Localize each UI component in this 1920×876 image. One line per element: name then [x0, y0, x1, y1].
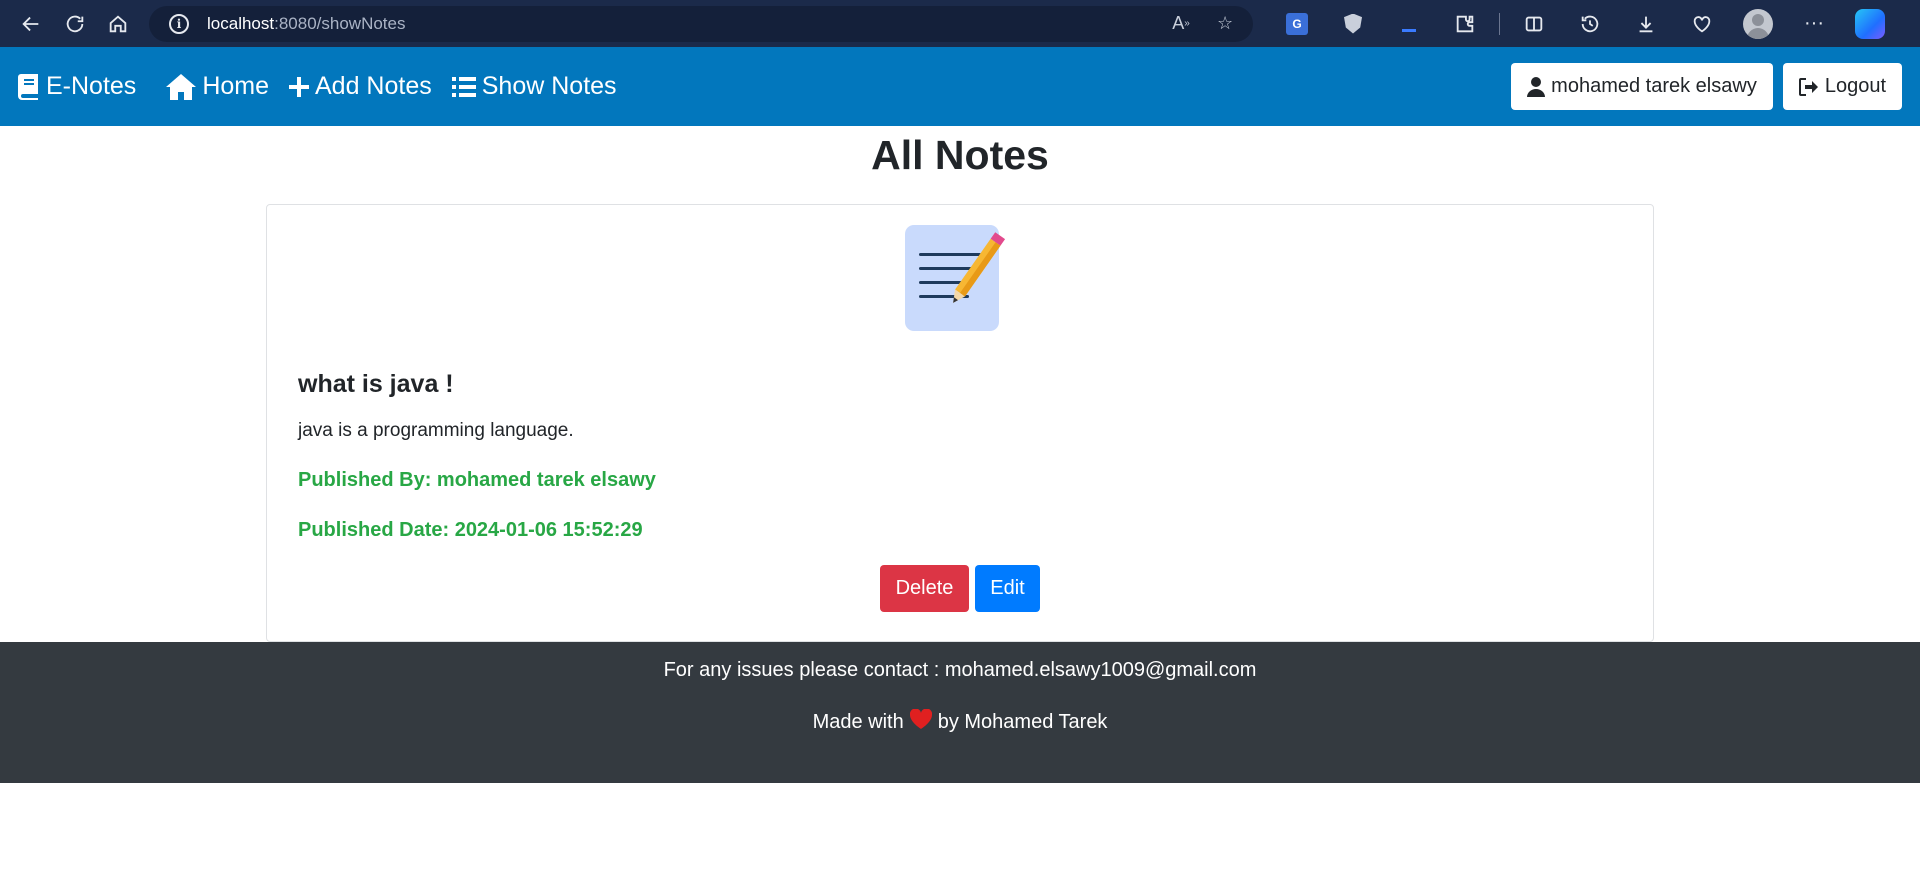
- book-icon: [18, 73, 40, 100]
- copilot-icon: [1855, 8, 1886, 39]
- split-screen-icon: [1525, 16, 1543, 31]
- downloads-button[interactable]: [1624, 4, 1668, 44]
- extension-indicator-button[interactable]: [1387, 4, 1431, 44]
- nav-show-notes-label: Show Notes: [481, 72, 617, 100]
- made-with-prefix: Made with: [812, 710, 904, 733]
- url-path: :8080/showNotes: [274, 13, 406, 33]
- translate-icon: G: [1286, 12, 1309, 35]
- nav-add-notes[interactable]: Add Notes: [289, 72, 432, 101]
- browser-essentials-button[interactable]: [1680, 4, 1724, 44]
- refresh-button[interactable]: [60, 4, 90, 44]
- published-date: Published Date: 2024-01-06 15:52:29: [298, 519, 643, 541]
- page-footer: For any issues please contact : mohamed.…: [0, 642, 1920, 783]
- brand-link[interactable]: E-Notes: [18, 72, 136, 101]
- puzzle-icon: [1456, 15, 1474, 32]
- download-icon: [1639, 16, 1653, 32]
- toolbar-separator: [1499, 12, 1501, 35]
- translate-extension-button[interactable]: G: [1275, 4, 1319, 44]
- edit-button[interactable]: Edit: [975, 565, 1040, 612]
- note-pencil-icon: [897, 223, 1027, 333]
- note-card: what is java ! java is a programming lan…: [266, 204, 1654, 642]
- home-icon: [166, 73, 197, 100]
- plus-icon: [289, 76, 309, 97]
- published-by: Published By: mohamed tarek elsawy: [298, 469, 656, 491]
- read-aloud-icon[interactable]: A»: [1167, 10, 1195, 38]
- back-button[interactable]: [16, 4, 46, 44]
- made-with-line: Made with by Mohamed Tarek: [0, 708, 1920, 735]
- arrow-left-icon: [22, 16, 39, 31]
- url-host: localhost: [207, 13, 275, 33]
- heart-pulse-icon: [1693, 15, 1711, 32]
- user-icon: [1527, 76, 1546, 97]
- note-title: what is java !: [298, 370, 454, 398]
- refresh-icon: [66, 15, 83, 32]
- copilot-button[interactable]: [1848, 4, 1892, 44]
- favorite-star-icon[interactable]: ☆: [1211, 10, 1239, 38]
- more-menu-button[interactable]: ···: [1792, 4, 1836, 44]
- browser-extensions: G ···: [1275, 4, 1904, 44]
- nav-show-notes[interactable]: Show Notes: [451, 72, 617, 101]
- heart-icon: [909, 708, 932, 735]
- user-profile-button[interactable]: mohamed tarek elsawy: [1511, 63, 1773, 110]
- history-icon: [1581, 15, 1599, 32]
- home-button[interactable]: [103, 4, 133, 44]
- extensions-button[interactable]: [1443, 4, 1487, 44]
- split-screen-button[interactable]: [1512, 4, 1556, 44]
- logout-label: Logout: [1824, 75, 1886, 97]
- navbar-right: mohamed tarek elsawy Logout: [1501, 63, 1902, 110]
- list-icon: [451, 76, 476, 98]
- nav-add-notes-label: Add Notes: [315, 72, 432, 100]
- shield-icon: [1344, 13, 1363, 34]
- nav-home-label: Home: [202, 72, 269, 100]
- url-text[interactable]: localhost:8080/showNotes: [207, 14, 1151, 34]
- logout-button[interactable]: Logout: [1782, 63, 1902, 110]
- app-navbar: E-Notes Home Add Notes Show Notes mohame…: [0, 47, 1920, 126]
- shield-extension-button[interactable]: [1331, 4, 1375, 44]
- profile-avatar-icon: [1743, 8, 1774, 39]
- made-with-suffix: by Mohamed Tarek: [937, 710, 1108, 733]
- contact-text: For any issues please contact : mohamed.…: [663, 659, 1257, 681]
- indicator-icon: [1402, 29, 1417, 32]
- delete-button[interactable]: Delete: [880, 565, 969, 612]
- browser-toolbar: i localhost:8080/showNotes A» ☆ G ···: [0, 0, 1920, 47]
- page-title: All Notes: [871, 132, 1049, 178]
- user-name-label: mohamed tarek elsawy: [1551, 75, 1757, 97]
- history-button[interactable]: [1568, 4, 1612, 44]
- site-info-icon[interactable]: i: [169, 13, 190, 34]
- sign-out-icon: [1798, 77, 1818, 96]
- ellipsis-icon: ···: [1804, 12, 1824, 34]
- profile-button[interactable]: [1736, 4, 1780, 44]
- nav-home[interactable]: Home: [166, 72, 269, 101]
- note-body: java is a programming language.: [298, 420, 574, 441]
- brand-label: E-Notes: [46, 72, 137, 100]
- address-bar[interactable]: i localhost:8080/showNotes A» ☆: [149, 5, 1254, 42]
- home-outline-icon: [109, 14, 127, 32]
